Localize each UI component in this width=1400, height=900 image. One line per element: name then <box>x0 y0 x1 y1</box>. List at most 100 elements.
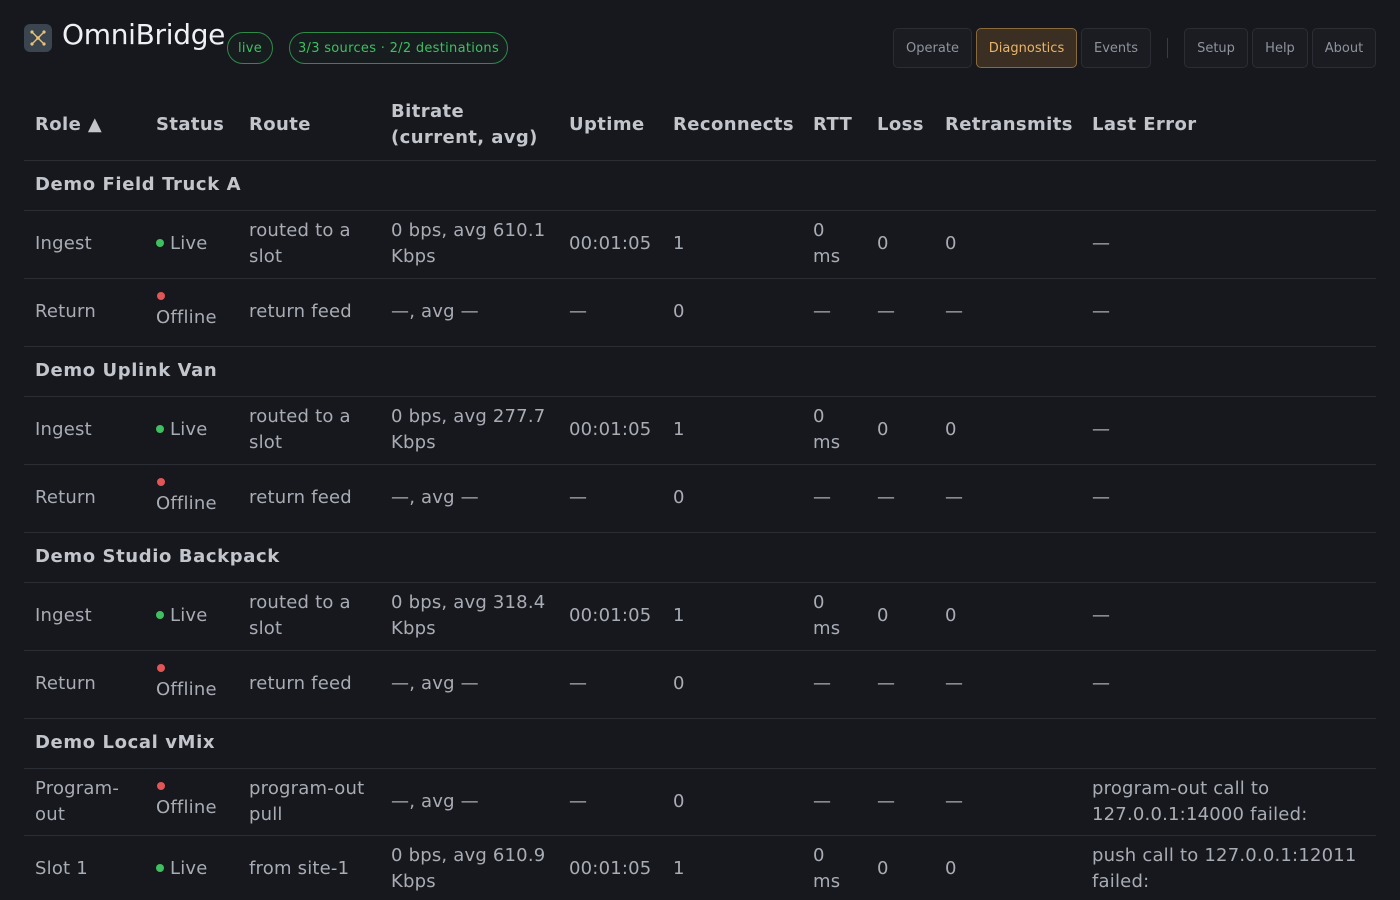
column-header-reconnects[interactable]: Reconnects <box>662 90 802 161</box>
bitrate-cell: 0 bps, avg 610.1 Kbps <box>380 210 558 279</box>
status-cell: Live <box>145 210 238 279</box>
header: OmniBridge live 3/3 sources · 2/2 destin… <box>0 0 1400 96</box>
bitrate-cell: —, avg — <box>380 464 558 533</box>
uptime-cell: — <box>558 650 662 719</box>
bitrate-cell: —, avg — <box>380 278 558 347</box>
reconnects-cell: 1 <box>662 396 802 465</box>
column-header-route[interactable]: Route <box>238 90 380 161</box>
loss-cell: — <box>866 278 934 347</box>
offline-status-dot-icon <box>157 664 165 672</box>
tab-diagnostics[interactable]: Diagnostics <box>976 28 1077 68</box>
role-cell: Return <box>24 464 145 533</box>
reconnects-cell: 0 <box>662 464 802 533</box>
column-header-role[interactable]: Role ▲ <box>24 90 145 161</box>
loss-cell: — <box>866 650 934 719</box>
status-cell: Offline <box>145 464 238 533</box>
status-cell: Offline <box>145 650 238 719</box>
last-error-cell: program-out call to 127.0.0.1:14000 fail… <box>1081 768 1376 836</box>
group-name: Demo Local vMix <box>24 718 1376 769</box>
rtt-cell: — <box>802 650 866 719</box>
loss-cell: 0 <box>866 835 934 900</box>
status-cell: Live <box>145 396 238 465</box>
rtt-cell: 0 ms <box>802 582 866 651</box>
status-cell: Offline <box>145 768 238 836</box>
uptime-cell: — <box>558 768 662 836</box>
reconnects-cell: 1 <box>662 210 802 279</box>
retransmits-cell: 0 <box>934 582 1081 651</box>
bitrate-cell: —, avg — <box>380 650 558 719</box>
role-cell: Return <box>24 650 145 719</box>
group-row: Demo Studio Backpack <box>24 532 1376 583</box>
bitrate-cell: 0 bps, avg 318.4 Kbps <box>380 582 558 651</box>
live-status-badge: live <box>227 32 273 64</box>
status-label: Offline <box>156 493 217 514</box>
omnibridge-logo-icon <box>24 24 52 52</box>
tab-operate[interactable]: Operate <box>893 28 972 68</box>
route-cell: routed to a slot <box>238 210 380 279</box>
column-header-last-error[interactable]: Last Error <box>1081 90 1376 161</box>
route-cell: return feed <box>238 464 380 533</box>
app-title: OmniBridge <box>62 18 226 51</box>
rtt-cell: 0 ms <box>802 210 866 279</box>
status-cell: Live <box>145 835 238 900</box>
reconnects-cell: 0 <box>662 768 802 836</box>
uptime-cell: 00:01:05 <box>558 835 662 900</box>
loss-cell: 0 <box>866 396 934 465</box>
column-header-retransmits[interactable]: Retransmits <box>934 90 1081 161</box>
reconnects-cell: 1 <box>662 582 802 651</box>
uptime-cell: 00:01:05 <box>558 582 662 651</box>
uptime-cell: — <box>558 278 662 347</box>
retransmits-cell: 0 <box>934 210 1081 279</box>
uptime-cell: 00:01:05 <box>558 210 662 279</box>
role-cell: Ingest <box>24 582 145 651</box>
column-header-bitrate[interactable]: Bitrate (current, avg) <box>380 90 558 161</box>
column-header-uptime[interactable]: Uptime <box>558 90 662 161</box>
rtt-cell: 0 ms <box>802 396 866 465</box>
last-error-cell: — <box>1081 464 1376 533</box>
retransmits-cell: — <box>934 650 1081 719</box>
retransmits-cell: — <box>934 768 1081 836</box>
loss-cell: — <box>866 768 934 836</box>
retransmits-cell: 0 <box>934 835 1081 900</box>
group-name: Demo Studio Backpack <box>24 532 1376 583</box>
column-header-status[interactable]: Status <box>145 90 238 161</box>
live-status-dot-icon <box>156 425 164 433</box>
status-cell: Offline <box>145 278 238 347</box>
status-label: Offline <box>156 679 217 700</box>
retransmits-cell: — <box>934 278 1081 347</box>
nav-divider <box>1167 38 1168 58</box>
last-error-cell: — <box>1081 582 1376 651</box>
diagnostics-table-container: Role ▲ Status Route Bitrate (current, av… <box>24 90 1376 900</box>
loss-cell: 0 <box>866 582 934 651</box>
reconnects-cell: 0 <box>662 278 802 347</box>
tab-setup[interactable]: Setup <box>1184 28 1248 68</box>
table-row: Return Offline return feed —, avg — — 0 … <box>24 650 1376 719</box>
tab-about[interactable]: About <box>1312 28 1376 68</box>
role-cell: Return <box>24 278 145 347</box>
route-cell: return feed <box>238 650 380 719</box>
table-header-row: Role ▲ Status Route Bitrate (current, av… <box>24 90 1376 161</box>
live-status-dot-icon <box>156 611 164 619</box>
route-cell: from site-1 <box>238 835 380 900</box>
group-row: Demo Local vMix <box>24 718 1376 769</box>
column-header-loss[interactable]: Loss <box>866 90 934 161</box>
table-row: Slot 1 Live from site-1 0 bps, avg 610.9… <box>24 835 1376 900</box>
last-error-cell: — <box>1081 650 1376 719</box>
loss-cell: 0 <box>866 210 934 279</box>
source-destination-count-badge: 3/3 sources · 2/2 destinations <box>289 32 508 64</box>
route-cell: return feed <box>238 278 380 347</box>
bitrate-cell: 0 bps, avg 277.7 Kbps <box>380 396 558 465</box>
offline-status-dot-icon <box>157 478 165 486</box>
tab-events[interactable]: Events <box>1081 28 1151 68</box>
app-root: OmniBridge live 3/3 sources · 2/2 destin… <box>0 0 1400 900</box>
column-header-rtt[interactable]: RTT <box>802 90 866 161</box>
last-error-cell: — <box>1081 278 1376 347</box>
rtt-cell: — <box>802 768 866 836</box>
retransmits-cell: — <box>934 464 1081 533</box>
status-label: Live <box>170 233 208 254</box>
role-cell: Program-out <box>24 768 145 836</box>
tab-help[interactable]: Help <box>1252 28 1308 68</box>
table-row: Return Offline return feed —, avg — — 0 … <box>24 278 1376 347</box>
offline-status-dot-icon <box>157 781 165 790</box>
live-status-dot-icon <box>156 863 164 872</box>
